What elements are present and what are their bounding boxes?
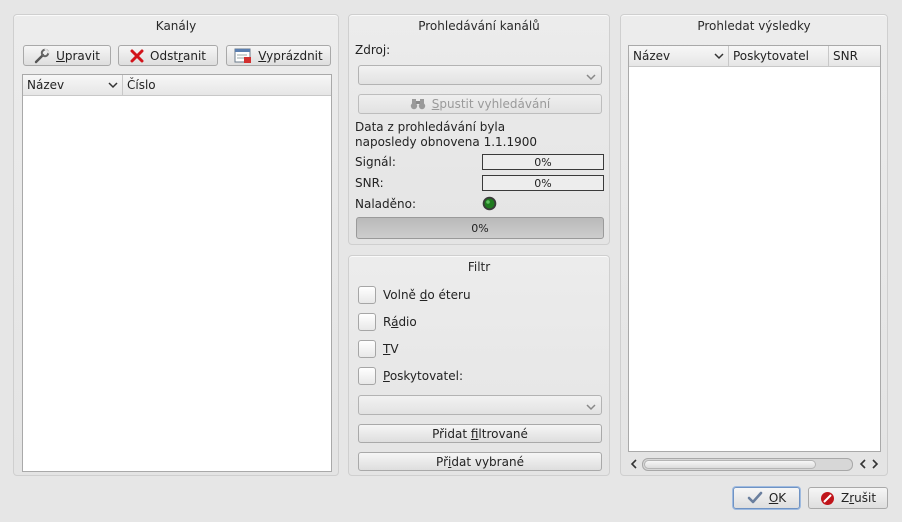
tuned-led-icon xyxy=(482,196,497,214)
filter-panel: Filtr Volně do éteru Rádio TV Poskytovat… xyxy=(348,255,610,476)
provider-label: Poskytovatel: xyxy=(383,369,463,383)
tv-label: TV xyxy=(383,342,399,356)
radio-checkbox[interactable] xyxy=(358,313,376,331)
tuned-label: Naladěno: xyxy=(355,197,417,211)
cancel-icon xyxy=(820,491,835,506)
scroll-left-arrow-icon[interactable] xyxy=(628,459,640,469)
chevron-down-icon xyxy=(714,50,724,64)
scrollbar-track[interactable] xyxy=(641,457,854,471)
source-combo[interactable] xyxy=(358,65,602,85)
signal-label: Signál: xyxy=(355,155,396,169)
remove-button[interactable]: Odstranit xyxy=(118,45,218,66)
results-list-header: Název Poskytovatel SNR xyxy=(629,46,880,67)
add-selected-button[interactable]: Přidat vybrané xyxy=(358,452,602,471)
clear-list-icon xyxy=(234,48,252,64)
scroll-left-step-icon[interactable] xyxy=(857,459,869,469)
channels-list-header: Název Číslo xyxy=(23,75,331,96)
clear-button-label: Vyprázdnit xyxy=(258,48,323,63)
chevron-down-icon xyxy=(108,79,118,93)
column-header-number[interactable]: Číslo xyxy=(123,75,331,95)
column-header-provider[interactable]: Poskytovatel xyxy=(729,46,829,66)
column-header-snr[interactable]: SNR xyxy=(829,46,880,66)
signal-meter: 0% xyxy=(482,154,604,170)
results-title: Prohledat výsledky xyxy=(697,19,811,33)
wrench-icon xyxy=(34,47,50,64)
scan-panel: Prohledávání kanálů Zdroj: Spustit vyhle… xyxy=(348,14,610,245)
delete-x-icon xyxy=(130,49,144,63)
provider-option[interactable]: Poskytovatel: xyxy=(358,367,463,385)
radio-option[interactable]: Rádio xyxy=(358,313,417,331)
channels-title: Kanály xyxy=(155,19,197,33)
radio-label: Rádio xyxy=(383,315,417,329)
chevron-down-icon xyxy=(586,71,596,85)
provider-combo[interactable] xyxy=(358,395,602,415)
snr-label: SNR: xyxy=(355,176,384,190)
add-filtered-label: Přidat filtrované xyxy=(432,426,528,441)
scan-title: Prohledávání kanálů xyxy=(418,19,540,33)
remove-button-label: Odstranit xyxy=(150,48,206,63)
edit-button-label: Upravit xyxy=(56,48,100,63)
ok-button-label: OK xyxy=(768,491,787,505)
add-selected-label: Přidat vybrané xyxy=(436,454,524,469)
add-filtered-button[interactable]: Přidat filtrované xyxy=(358,424,602,443)
last-updated-text: Data z prohledávání byla naposledy obnov… xyxy=(355,120,538,149)
ok-button[interactable]: OK xyxy=(733,487,800,509)
snr-meter: 0% xyxy=(482,175,604,191)
provider-checkbox[interactable] xyxy=(358,367,376,385)
filter-title: Filtr xyxy=(467,260,491,274)
scroll-right-arrow-icon[interactable] xyxy=(869,459,881,469)
results-panel: Prohledat výsledky Název Poskytovatel SN… xyxy=(620,14,888,476)
clear-button[interactable]: Vyprázdnit xyxy=(226,45,331,66)
cancel-button-label: Zrušit xyxy=(840,491,877,505)
binoculars-icon xyxy=(410,98,426,110)
chevron-down-icon xyxy=(586,401,596,415)
channels-list[interactable]: Název Číslo xyxy=(22,74,332,472)
scan-progress-bar: 0% xyxy=(356,217,604,239)
source-label: Zdroj: xyxy=(355,43,391,57)
edit-button[interactable]: Upravit xyxy=(23,45,111,66)
column-header-name[interactable]: Název xyxy=(23,75,123,95)
cancel-button[interactable]: Zrušit xyxy=(808,487,888,509)
tv-checkbox[interactable] xyxy=(358,340,376,358)
free-to-air-option[interactable]: Volně do éteru xyxy=(358,286,471,304)
tv-option[interactable]: TV xyxy=(358,340,399,358)
checkmark-icon xyxy=(747,491,763,505)
start-scan-label: Spustit vyhledávání xyxy=(431,97,551,111)
scrollbar-thumb[interactable] xyxy=(643,459,816,469)
channels-panel: Kanály Upravit Odstranit Vyprázdnit Náze… xyxy=(13,14,339,476)
start-scan-button[interactable]: Spustit vyhledávání xyxy=(358,94,602,114)
free-to-air-checkbox[interactable] xyxy=(358,286,376,304)
column-header-name[interactable]: Název xyxy=(629,46,729,66)
results-list[interactable]: Název Poskytovatel SNR xyxy=(628,45,881,452)
results-horizontal-scrollbar[interactable] xyxy=(628,457,881,471)
free-to-air-label: Volně do éteru xyxy=(383,288,471,302)
